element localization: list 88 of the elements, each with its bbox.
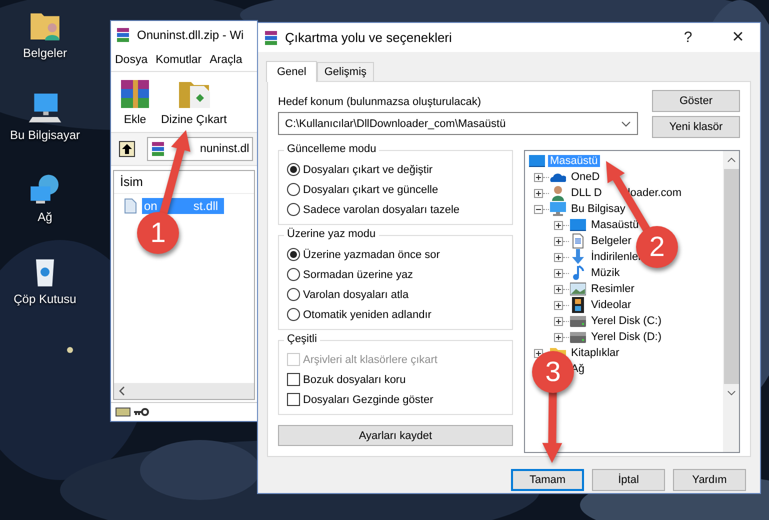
desktop-icon-label[interactable]: Bu Bilgisayar	[10, 128, 80, 142]
film-icon	[570, 297, 586, 313]
chevron-down-icon	[621, 120, 631, 126]
expander[interactable]	[554, 300, 563, 310]
desktop-icon-label[interactable]: Çöp Kutusu	[14, 292, 76, 306]
tree-item[interactable]: Yerel Disk (D:)	[589, 331, 664, 343]
scrollbar[interactable]	[723, 151, 739, 452]
monitor-icon	[529, 153, 545, 169]
tree-item[interactable]: Bu Bilgisay	[569, 203, 628, 215]
destination-combo[interactable]: C:\Kullanıcılar\DllDownloader_com\Masaüstü	[278, 112, 638, 135]
chevron-left-icon[interactable]	[119, 386, 125, 396]
option-label[interactable]: Sormadan üzerine yaz	[303, 268, 414, 280]
expander[interactable]	[554, 236, 563, 246]
chevron-up-icon[interactable]	[726, 157, 736, 163]
tree-item[interactable]: Masaüstü	[589, 219, 641, 231]
checkbox[interactable]	[287, 373, 300, 386]
expander[interactable]	[534, 204, 543, 214]
radio-button[interactable]	[287, 268, 300, 281]
save-settings-button[interactable]: Ayarları kaydet	[278, 425, 513, 446]
tree-item[interactable]: Müzik	[589, 267, 622, 279]
dialog-title: Çıkartma yolu ve seçenekleri	[285, 30, 453, 45]
option-label[interactable]: Otomatik yeniden adlandır	[303, 308, 432, 320]
tab[interactable]: Genel	[266, 61, 318, 82]
monitor-icon	[570, 217, 586, 233]
expander[interactable]	[554, 268, 563, 278]
radio-button[interactable]	[287, 183, 300, 196]
checkbox[interactable]	[287, 393, 300, 406]
toolbar-button[interactable]: Ekle	[117, 78, 153, 126]
chevron-down-icon[interactable]	[726, 390, 736, 396]
tree-item[interactable]: DLL D loader.com	[569, 187, 684, 199]
monitor-icon	[550, 201, 566, 217]
expander[interactable]	[554, 332, 563, 342]
tree-item[interactable]: Videolar	[589, 299, 634, 311]
help-button[interactable]: ?	[666, 29, 710, 46]
menu-item[interactable]: Dosya	[115, 54, 148, 66]
download-icon	[570, 249, 586, 265]
expander[interactable]	[554, 252, 563, 262]
window-title: Onuninst.dll.zip - Wi	[137, 28, 244, 42]
field-label: Hedef konum (bulunmazsa oluşturulacak)	[278, 96, 482, 108]
document-icon	[570, 233, 586, 249]
option-label[interactable]: Üzerine yazmadan önce sor	[303, 248, 440, 260]
up-arrow-icon[interactable]	[119, 141, 135, 157]
expander[interactable]	[534, 188, 543, 198]
books-icon	[263, 30, 279, 46]
option-label[interactable]: Bozuk dosyaları koru	[303, 374, 406, 386]
music-note-icon	[570, 265, 586, 281]
dialog-button[interactable]: Yardım	[673, 469, 746, 491]
menu-item[interactable]: Araçla	[210, 54, 242, 66]
tab[interactable]: Gelişmiş	[317, 62, 374, 81]
radio-button[interactable]	[287, 203, 300, 216]
books-icon	[115, 27, 131, 43]
tree-item[interactable]: Yerel Disk (C:)	[589, 315, 664, 327]
tree-item[interactable]: Resimler	[589, 283, 636, 295]
tree-item[interactable]: OneD	[569, 171, 602, 183]
expander[interactable]	[554, 284, 563, 294]
option-label[interactable]: Dosyaları çıkart ve değiştir	[303, 164, 433, 176]
books-icon	[150, 141, 166, 157]
dialog-button[interactable]: Tamam	[511, 469, 584, 491]
radio-button[interactable]	[287, 163, 300, 176]
option-label[interactable]: Dosyaları çıkart ve güncelle	[303, 184, 438, 196]
tree-item[interactable]: İndirilenler	[589, 251, 644, 263]
radio-button[interactable]	[287, 248, 300, 261]
option-label[interactable]: Sadece varolan dosyaları tazele	[303, 204, 460, 216]
option-label[interactable]: Dosyaları Gezginde göster	[303, 394, 434, 406]
tree-item[interactable]: Belgeler	[589, 235, 634, 247]
dialog-button[interactable]: Göster	[652, 90, 740, 112]
radio-button[interactable]	[287, 308, 300, 321]
group-title: Güncelleme modu	[284, 143, 380, 155]
close-button[interactable]: ×	[716, 26, 760, 49]
expander[interactable]	[534, 172, 543, 182]
radio-button[interactable]	[287, 288, 300, 301]
group-title: Üzerine yaz modu	[284, 228, 379, 240]
option-label[interactable]: Varolan dosyaları atla	[303, 288, 409, 300]
expander[interactable]	[554, 316, 563, 326]
desktop-icon-label[interactable]: Ağ	[38, 210, 52, 224]
group-title: Çeşitli	[284, 333, 320, 345]
scrollbar[interactable]	[114, 383, 254, 399]
file-icon	[122, 198, 138, 214]
person-icon	[550, 185, 566, 201]
desktop-icon-label[interactable]: Belgeler	[22, 46, 68, 60]
column-header[interactable]: İsim	[120, 175, 143, 189]
expander[interactable]	[534, 348, 543, 358]
dialog-button[interactable]: İptal	[592, 469, 665, 491]
image-icon	[570, 281, 586, 297]
menu-item[interactable]: Komutlar	[156, 54, 202, 66]
toolbar-button[interactable]: Dizine Çıkart	[161, 78, 227, 126]
expander[interactable]	[554, 220, 563, 230]
dialog-button[interactable]: Yeni klasör	[652, 116, 740, 138]
